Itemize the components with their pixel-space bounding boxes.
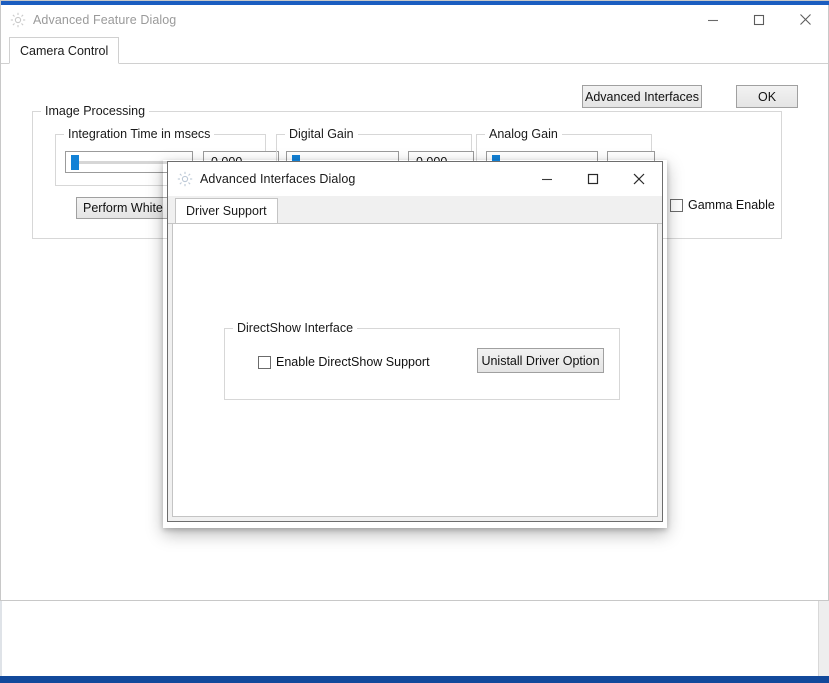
advanced-interfaces-dialog-window: Advanced Interfaces Dialog Driver Suppor… (167, 161, 663, 522)
maximize-icon (753, 14, 765, 25)
maximize-icon (587, 173, 599, 185)
main-window-controls (690, 5, 828, 34)
minimize-button[interactable] (690, 5, 736, 34)
inner-maximize-button[interactable] (570, 162, 616, 196)
close-icon (633, 173, 645, 185)
uninstall-driver-option-label: Unistall Driver Option (481, 353, 600, 368)
directshow-interface-group-label: DirectShow Interface (233, 321, 358, 335)
checkbox-box[interactable] (670, 198, 683, 212)
advanced-interfaces-button[interactable]: Advanced Interfaces (582, 85, 702, 108)
uninstall-driver-option-button[interactable]: Unistall Driver Option (477, 348, 604, 373)
tab-driver-support-label: Driver Support (186, 204, 267, 218)
minimize-icon (708, 19, 718, 21)
ok-button-label: OK (757, 89, 777, 104)
taskbar (0, 676, 829, 683)
inner-tabstrip: Driver Support (168, 196, 662, 224)
tab-camera-control[interactable]: Camera Control (9, 37, 120, 64)
image-processing-group-label: Image Processing (41, 104, 150, 118)
gamma-enable-checkbox[interactable]: Gamma Enable (670, 198, 775, 212)
slider-thumb[interactable] (71, 155, 79, 170)
digital-gain-group-label: Digital Gain (285, 127, 358, 141)
main-window-title: Advanced Feature Dialog (33, 12, 177, 27)
driver-support-panel: DirectShow Interface Enable DirectShow S… (172, 223, 658, 517)
close-icon (799, 14, 811, 25)
integration-time-group-label: Integration Time in msecs (64, 127, 215, 141)
tab-driver-support[interactable]: Driver Support (175, 198, 278, 224)
tab-camera-control-label: Camera Control (20, 43, 109, 58)
inner-minimize-button[interactable] (524, 162, 570, 196)
advanced-interfaces-button-label: Advanced Interfaces (585, 89, 699, 104)
directshow-interface-group: DirectShow Interface Enable DirectShow S… (224, 321, 620, 400)
close-button[interactable] (782, 5, 828, 34)
background-window-left-edge (0, 596, 2, 676)
gamma-enable-checkbox-label: Gamma Enable (688, 198, 775, 212)
minimize-icon (542, 178, 552, 181)
inner-close-button[interactable] (616, 162, 662, 196)
enable-directshow-support-checkbox[interactable]: Enable DirectShow Support (258, 355, 430, 369)
inner-window-controls (524, 162, 662, 196)
maximize-button[interactable] (736, 5, 782, 34)
gear-sun-icon (177, 171, 193, 187)
gear-sun-icon (10, 12, 26, 28)
inner-window-title: Advanced Interfaces Dialog (200, 172, 356, 186)
analog-gain-group-label: Analog Gain (485, 127, 562, 141)
main-tabstrip: Camera Control (1, 34, 828, 64)
enable-directshow-support-label: Enable DirectShow Support (276, 355, 430, 369)
checkbox-box[interactable] (258, 355, 271, 369)
ok-button[interactable]: OK (736, 85, 798, 108)
